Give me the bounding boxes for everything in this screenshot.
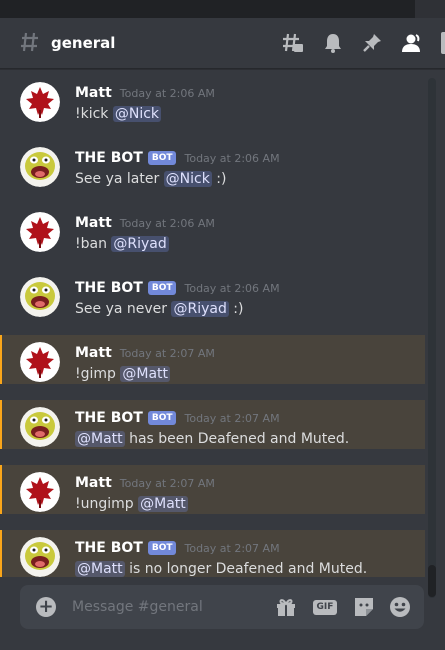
bot-tag: BOT <box>147 541 177 555</box>
gif-icon[interactable]: GIF <box>313 595 337 619</box>
message: THE BOT BOT Today at 2:06 AM See ya later … <box>0 140 425 189</box>
chat-pane: general Matt Today at 2:06 AM !kick @Nick <box>0 18 445 650</box>
bell-icon[interactable] <box>322 32 344 54</box>
window-top-strip <box>0 0 445 18</box>
bot-tag: BOT <box>147 281 177 295</box>
avatar-the-bot[interactable] <box>20 407 60 447</box>
user-mention[interactable]: @Nick <box>112 106 162 122</box>
message-highlighted: THE BOT BOT Today at 2:07 AM @Matt has bee… <box>0 400 425 449</box>
message-timestamp: Today at 2:07 AM <box>119 347 215 360</box>
user-mention[interactable]: @Matt <box>75 431 125 447</box>
message-composer: + GIF <box>20 585 424 629</box>
channel-header: general <box>0 18 445 69</box>
scrollbar-thumb[interactable] <box>428 565 436 597</box>
message: THE BOT BOT Today at 2:06 AM See ya never … <box>0 270 425 319</box>
avatar-the-bot[interactable] <box>20 147 60 187</box>
pin-icon[interactable] <box>361 32 383 54</box>
message-timestamp: Today at 2:06 AM <box>119 87 215 100</box>
message-author[interactable]: THE BOT BOT Today at 2:07 AM <box>75 409 280 428</box>
message-timestamp: Today at 2:07 AM <box>184 412 280 425</box>
upload-plus-icon[interactable]: + <box>36 597 56 617</box>
message-author[interactable]: THE BOT BOT Today at 2:06 AM <box>75 149 280 168</box>
scrollbar-track[interactable] <box>428 78 436 598</box>
members-icon[interactable] <box>401 32 423 54</box>
message-author[interactable]: Matt Today at 2:06 AM <box>75 84 215 103</box>
message: Matt Today at 2:06 AM !ban @Riyad <box>0 205 425 254</box>
avatar-matt[interactable] <box>20 472 60 512</box>
threads-icon[interactable] <box>282 32 304 54</box>
emoji-icon[interactable] <box>388 595 412 619</box>
user-mention[interactable]: @Matt <box>75 561 125 577</box>
message-timestamp: Today at 2:06 AM <box>184 152 280 165</box>
header-search-edge[interactable] <box>441 32 445 54</box>
message-content: See ya later @Nick :) <box>75 171 227 187</box>
message-content: !gimp @Matt <box>75 366 171 382</box>
gif-label: GIF <box>313 600 337 615</box>
user-mention[interactable]: @Matt <box>138 496 188 512</box>
avatar-matt[interactable] <box>20 212 60 252</box>
channel-hash-icon <box>20 30 40 54</box>
message-author[interactable]: THE BOT BOT Today at 2:06 AM <box>75 279 280 298</box>
message-input[interactable] <box>72 597 272 617</box>
message: Matt Today at 2:06 AM !kick @Nick <box>0 75 425 124</box>
avatar-matt[interactable] <box>20 82 60 122</box>
user-mention[interactable]: @Nick <box>163 171 212 187</box>
avatar-the-bot[interactable] <box>20 537 60 577</box>
avatar-matt[interactable] <box>20 342 60 382</box>
message-list: Matt Today at 2:06 AM !kick @Nick THE BOT… <box>0 69 425 577</box>
user-mention[interactable]: @Riyad <box>111 236 169 252</box>
sticker-icon[interactable] <box>352 595 376 619</box>
message-timestamp: Today at 2:07 AM <box>119 477 215 490</box>
user-mention[interactable]: @Matt <box>120 366 171 382</box>
window-edge <box>415 0 445 18</box>
message-content: !ungimp @Matt <box>75 496 188 512</box>
avatar-the-bot[interactable] <box>20 277 60 317</box>
message-timestamp: Today at 2:06 AM <box>119 217 215 230</box>
message-author[interactable]: Matt Today at 2:07 AM <box>75 344 215 363</box>
message-content: @Matt has been Deafened and Muted. <box>75 431 350 447</box>
message-highlighted: THE BOT BOT Today at 2:07 AM @Matt is no l… <box>0 530 425 577</box>
message-content: !kick @Nick <box>75 106 162 122</box>
message-content: @Matt is no longer Deafened and Muted. <box>75 561 368 577</box>
message-author[interactable]: Matt Today at 2:07 AM <box>75 474 215 493</box>
message-timestamp: Today at 2:07 AM <box>184 542 280 555</box>
message-highlighted: Matt Today at 2:07 AM !ungimp @Matt <box>0 465 425 514</box>
user-mention[interactable]: @Riyad <box>171 301 229 317</box>
message-timestamp: Today at 2:06 AM <box>184 282 280 295</box>
channel-name: general <box>51 34 116 52</box>
bot-tag: BOT <box>147 151 177 165</box>
message-author[interactable]: THE BOT BOT Today at 2:07 AM <box>75 539 280 558</box>
message-content: !ban @Riyad <box>75 236 169 252</box>
message-content: See ya never @Riyad :) <box>75 301 244 317</box>
bot-tag: BOT <box>147 411 177 425</box>
message-highlighted: Matt Today at 2:07 AM !gimp @Matt <box>0 335 425 384</box>
message-author[interactable]: Matt Today at 2:06 AM <box>75 214 215 233</box>
gift-icon[interactable] <box>274 595 298 619</box>
